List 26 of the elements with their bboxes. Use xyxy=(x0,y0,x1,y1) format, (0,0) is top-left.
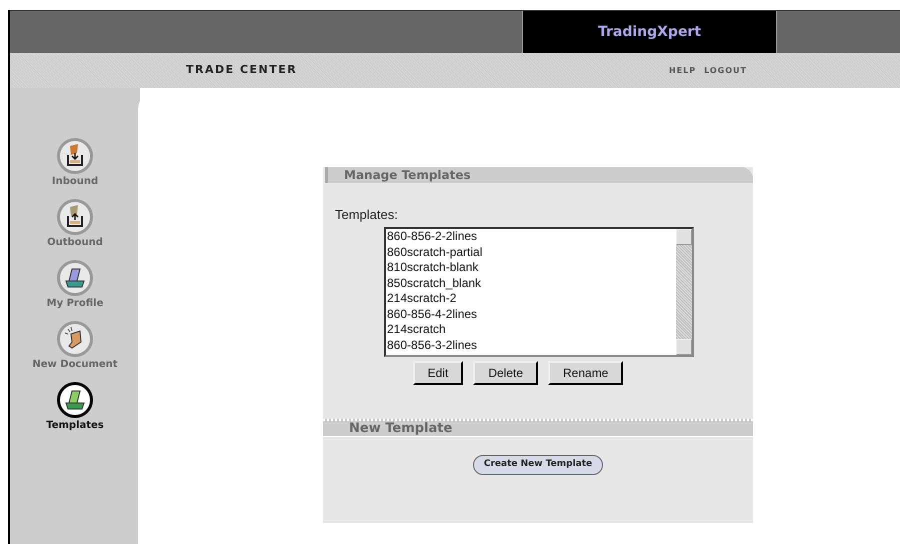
list-option[interactable]: 860-856-2-2lines xyxy=(386,229,676,244)
scrollbar[interactable] xyxy=(676,229,692,355)
list-option[interactable]: 860-856-4-2lines xyxy=(386,306,676,322)
action-button[interactable]: Rename xyxy=(548,361,624,385)
create-template-button[interactable]: Create New Template xyxy=(472,455,604,474)
action-button[interactable]: Delete xyxy=(473,361,538,385)
sidebar-nav-item[interactable]: Templates xyxy=(20,382,130,433)
action-button[interactable]: Edit xyxy=(412,361,464,385)
sidebar-nav-item[interactable]: Inbound xyxy=(20,138,130,189)
header-link[interactable]: HELP xyxy=(668,64,696,76)
header-link[interactable]: LOGOUT xyxy=(704,64,747,76)
section-title: TRADE CENTER xyxy=(186,62,298,78)
list-option[interactable]: 860-856-3-2lines xyxy=(386,338,676,353)
list-option[interactable]: 810scratch-blank xyxy=(386,260,676,276)
list-option[interactable]: 214scratch-2 xyxy=(386,291,676,306)
panel-title: Manage Templates xyxy=(325,167,753,183)
templates-label: Templates: xyxy=(335,206,398,224)
list-option[interactable]: 860scratch-partial xyxy=(386,244,676,260)
list-option[interactable]: 214scratch xyxy=(386,322,676,338)
list-option[interactable]: 850scratch_blank xyxy=(386,276,676,291)
templates-listbox[interactable]: 860-856-2-2lines 860scratch-partial 810scratch-blank 850scratch_blank 214scratch-2 860-856-4-2lines 214scratch 860-856-3-2lines xyxy=(384,227,694,357)
brand-logo: TradingXpert xyxy=(522,11,777,53)
sidebar-nav-item[interactable]: New Document xyxy=(20,321,130,372)
panel-title: New Template xyxy=(323,419,753,437)
sidebar-nav-item[interactable]: Outbound xyxy=(20,199,130,250)
sidebar-nav-item[interactable]: My Profile xyxy=(20,260,130,311)
